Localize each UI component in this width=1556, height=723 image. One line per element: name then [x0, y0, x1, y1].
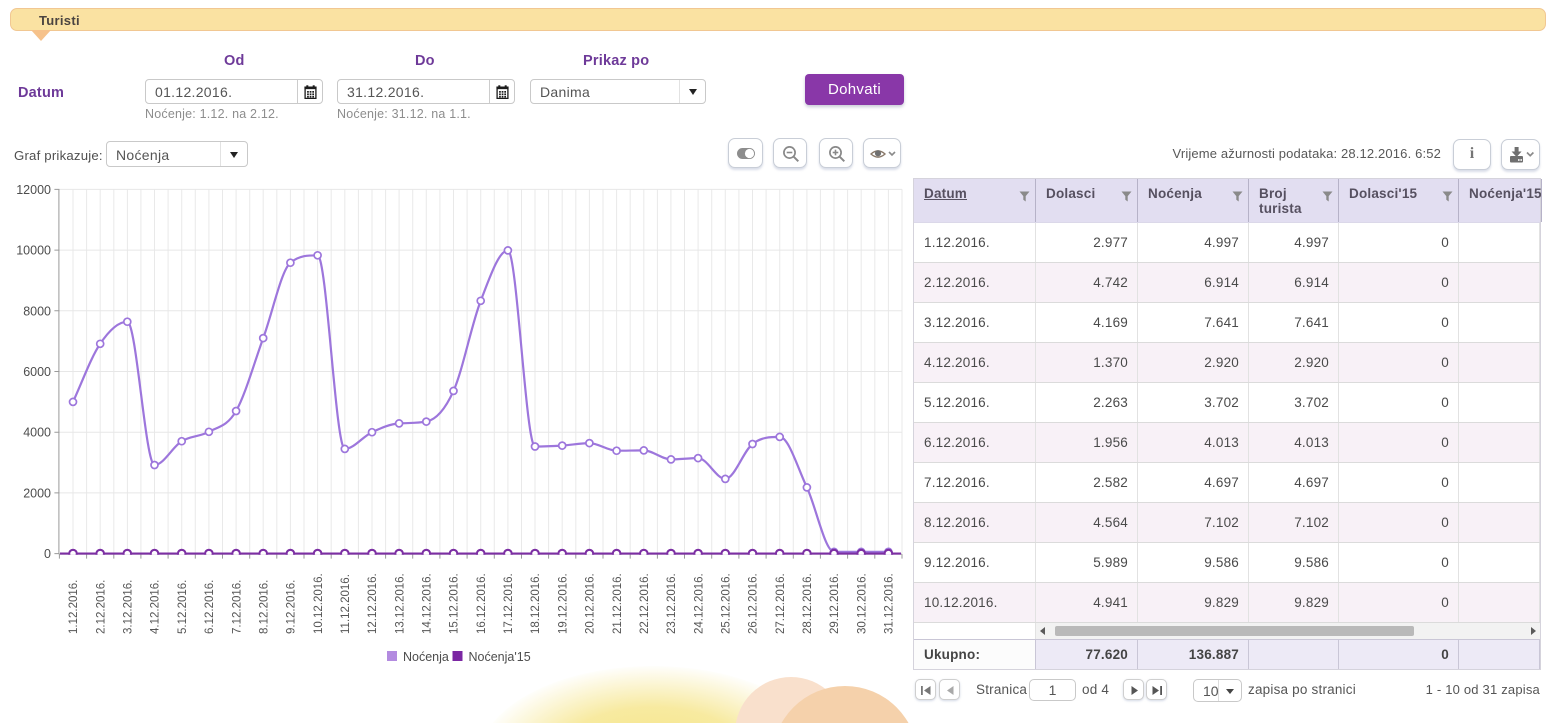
svg-text:0: 0	[44, 547, 51, 561]
svg-text:13.12.2016.: 13.12.2016.	[394, 573, 406, 634]
svg-text:15.12.2016.: 15.12.2016.	[449, 573, 461, 634]
svg-text:10.12.2016.: 10.12.2016.	[313, 573, 325, 634]
svg-text:2000: 2000	[23, 486, 51, 500]
svg-text:18.12.2016.: 18.12.2016.	[530, 573, 542, 634]
svg-text:1.12.2016.: 1.12.2016.	[68, 580, 80, 634]
svg-text:25.12.2016.: 25.12.2016.	[721, 573, 733, 634]
svg-text:14.12.2016.: 14.12.2016.	[422, 573, 434, 634]
svg-text:6000: 6000	[23, 365, 51, 379]
svg-text:11.12.2016.: 11.12.2016.	[340, 574, 352, 634]
svg-text:19.12.2016.: 19.12.2016.	[557, 573, 569, 634]
svg-text:23.12.2016.: 23.12.2016.	[666, 573, 678, 634]
svg-text:24.12.2016.: 24.12.2016.	[693, 573, 705, 634]
svg-text:8000: 8000	[23, 304, 51, 318]
svg-text:29.12.2016.: 29.12.2016.	[829, 573, 841, 634]
svg-text:31.12.2016.: 31.12.2016.	[884, 573, 896, 634]
svg-text:21.12.2016.: 21.12.2016.	[612, 573, 624, 634]
svg-text:22.12.2016.: 22.12.2016.	[639, 573, 651, 634]
svg-text:30.12.2016.: 30.12.2016.	[856, 573, 868, 634]
svg-text:12.12.2016.: 12.12.2016.	[367, 573, 379, 634]
svg-text:Noćenja'15: Noćenja'15	[469, 650, 531, 664]
svg-text:12000: 12000	[16, 183, 51, 197]
svg-text:27.12.2016.: 27.12.2016.	[775, 573, 787, 634]
svg-text:6.12.2016.: 6.12.2016.	[204, 580, 216, 634]
svg-text:8.12.2016.: 8.12.2016.	[258, 580, 270, 634]
svg-text:26.12.2016.: 26.12.2016.	[748, 573, 760, 634]
svg-text:7.12.2016.: 7.12.2016.	[231, 580, 243, 634]
svg-text:20.12.2016.: 20.12.2016.	[585, 573, 597, 634]
svg-text:4000: 4000	[23, 426, 51, 440]
svg-text:10000: 10000	[16, 244, 51, 258]
svg-text:9.12.2016.: 9.12.2016.	[286, 580, 298, 634]
svg-text:17.12.2016.: 17.12.2016.	[503, 573, 515, 634]
svg-text:3.12.2016.: 3.12.2016.	[123, 580, 135, 634]
svg-text:4.12.2016.: 4.12.2016.	[150, 580, 162, 634]
svg-text:28.12.2016.: 28.12.2016.	[802, 573, 814, 634]
svg-text:5.12.2016.: 5.12.2016.	[177, 580, 189, 634]
svg-text:16.12.2016.: 16.12.2016.	[476, 573, 488, 634]
svg-text:2.12.2016.: 2.12.2016.	[95, 580, 107, 634]
svg-text:Noćenja: Noćenja	[403, 650, 449, 664]
